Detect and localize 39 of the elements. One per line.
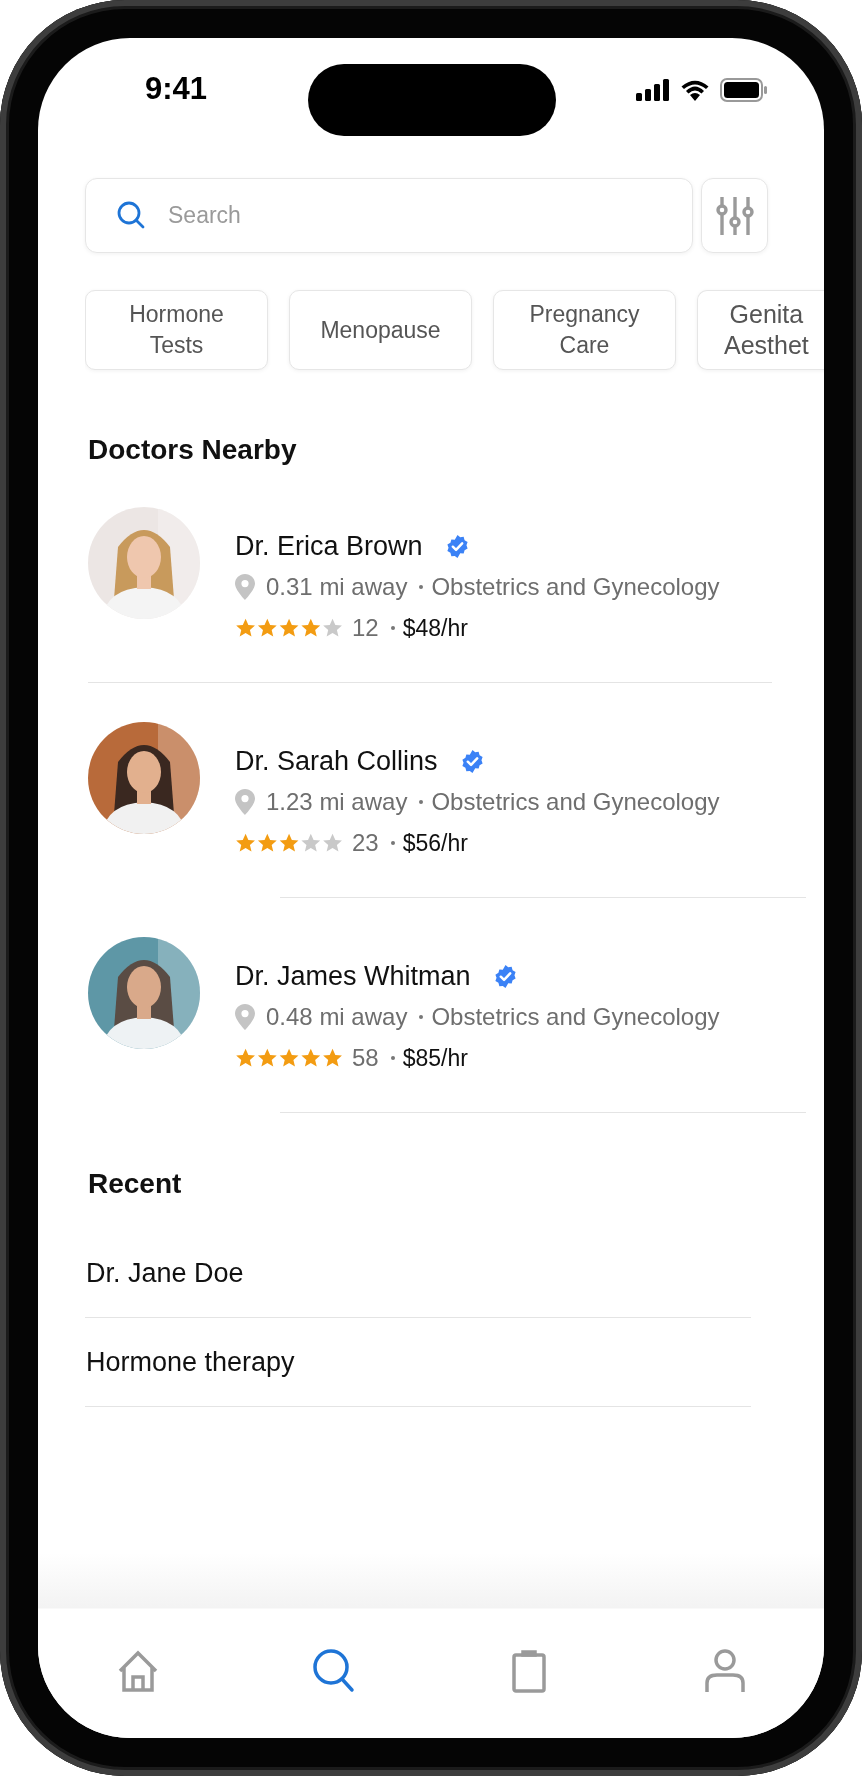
doctor-name[interactable]: Dr. Sarah Collins <box>235 745 438 777</box>
category-chip[interactable]: Genita Aesthet <box>697 290 824 370</box>
recent-search-item[interactable]: Hormone therapy <box>85 1318 751 1407</box>
hourly-rate: $85/hr <box>402 1044 468 1072</box>
review-count: 58 <box>352 1044 379 1072</box>
hourly-rate: $56/hr <box>402 829 468 857</box>
sliders-icon <box>715 194 754 237</box>
location-pin-icon <box>235 1004 255 1030</box>
section-title: Recent <box>88 1167 183 1201</box>
category-chip[interactable]: Pregnancy Care <box>493 290 676 370</box>
distance-text: 0.48 mi away <box>266 1003 408 1031</box>
filter-button[interactable] <box>701 178 768 253</box>
recent-search-item[interactable]: Dr. Jane Doe <box>85 1229 751 1318</box>
search-icon <box>311 1648 356 1694</box>
signal-icon <box>636 79 670 101</box>
doctor-name[interactable]: Dr. Erica Brown <box>235 530 423 562</box>
status-time: 9:41 <box>145 71 208 107</box>
specialty-text: Obstetrics and Gynecology <box>431 788 720 816</box>
tab-bar-item[interactable] <box>310 1648 357 1694</box>
battery-icon <box>720 78 768 102</box>
doctor-name[interactable]: Dr. James Whitman <box>235 960 471 992</box>
category-chip[interactable]: Menopause <box>289 290 472 370</box>
home-icon <box>117 1649 159 1693</box>
location-pin-icon <box>235 574 255 600</box>
category-chip[interactable]: Hormone Tests <box>85 290 268 370</box>
specialty-text: Obstetrics and Gynecology <box>431 573 720 601</box>
review-count: 23 <box>352 829 379 857</box>
specialty-text: Obstetrics and Gynecology <box>431 1003 720 1031</box>
distance-text: 1.23 mi away <box>266 788 408 816</box>
review-count: 12 <box>352 614 379 642</box>
distance-text: 0.31 mi away <box>266 573 408 601</box>
search-icon <box>117 201 145 229</box>
wifi-icon <box>680 79 710 101</box>
hourly-rate: $48/hr <box>402 614 468 642</box>
clipboard-icon <box>512 1649 547 1693</box>
search-field[interactable]: Search <box>85 178 693 253</box>
profile-icon <box>704 1649 745 1693</box>
section-title: Doctors Nearby <box>88 433 298 467</box>
location-pin-icon <box>235 789 255 815</box>
